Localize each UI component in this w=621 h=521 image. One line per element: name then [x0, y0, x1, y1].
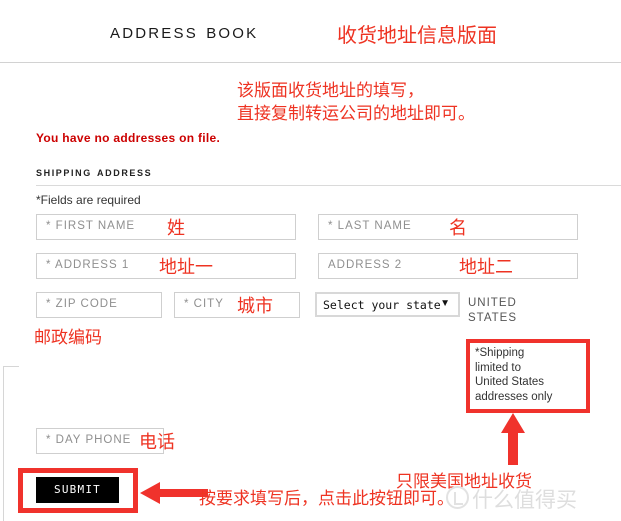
annotation-last-name: 名	[449, 218, 467, 239]
annotation-address-1: 地址一	[159, 257, 213, 278]
annotation-city: 城市	[237, 296, 273, 317]
shipping-limit-text: *Shipping limited to United States addre…	[475, 347, 553, 403]
watermark-logo-icon	[446, 486, 469, 509]
chevron-down-icon: ▼	[440, 298, 450, 309]
address-2-placeholder: ADDRESS 2	[328, 259, 403, 271]
country-label: UNITED STATES	[468, 297, 518, 324]
day-phone-field[interactable]: * DAY PHONE 电话	[36, 428, 175, 454]
first-name-field[interactable]: * FIRST NAME 姓	[36, 214, 296, 240]
city-field[interactable]: * CITY 城市	[174, 292, 300, 318]
annotation-submit: 按要求填写后，点击此按钮即可。	[199, 489, 454, 509]
annotation-zip-code: 邮政编码	[34, 328, 102, 348]
shipping-limit-callout: *Shipping limited to United States addre…	[466, 339, 590, 413]
left-frame-rule-cap	[3, 366, 19, 367]
annotation-top-note: 该版面收货地址的填写， 直接复制转运公司的地址即可。	[237, 81, 475, 124]
address-book-page: Address Book 收货地址信息版面 该版面收货地址的填写， 直接复制转运…	[0, 0, 621, 521]
address-1-placeholder: * ADDRESS 1	[46, 259, 130, 271]
annotation-day-phone: 电话	[139, 432, 175, 453]
day-phone-placeholder: * DAY PHONE	[46, 434, 132, 446]
header-divider	[0, 62, 621, 63]
page-title: Address Book	[110, 18, 259, 43]
section-divider	[36, 185, 621, 186]
submit-button[interactable]: SUBMIT	[36, 477, 119, 503]
zip-code-field[interactable]: * ZIP CODE	[36, 292, 162, 318]
zip-code-placeholder: * ZIP CODE	[46, 298, 118, 310]
arrow-up-to-callout	[501, 413, 525, 465]
section-title-shipping-address: Shipping Address	[36, 164, 153, 179]
city-placeholder: * CITY	[184, 298, 224, 310]
last-name-field[interactable]: * LAST NAME 名	[318, 214, 578, 240]
first-name-placeholder: * FIRST NAME	[46, 220, 136, 232]
annotation-title-note: 收货地址信息版面	[337, 23, 497, 47]
last-name-placeholder: * LAST NAME	[328, 220, 412, 232]
required-fields-note: *Fields are required	[36, 193, 141, 207]
address-2-field[interactable]: ADDRESS 2 地址二	[318, 253, 578, 279]
no-addresses-message: You have no addresses on file.	[36, 131, 221, 145]
left-frame-rule	[3, 366, 4, 521]
annotation-address-2: 地址二	[459, 257, 513, 278]
state-select[interactable]: Select your state ▼	[315, 292, 460, 317]
arrow-left-to-submit	[140, 482, 208, 504]
annotation-first-name: 姓	[167, 218, 185, 239]
address-1-field[interactable]: * ADDRESS 1 地址一	[36, 253, 296, 279]
state-select-value: Select your state	[323, 298, 441, 312]
watermark-text: 什么值得买	[472, 488, 577, 512]
